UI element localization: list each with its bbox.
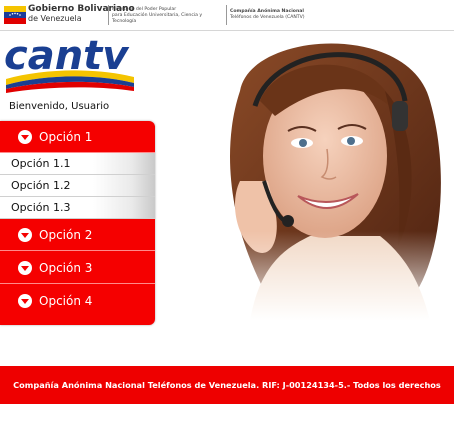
menu-option-4[interactable]: Opción 4: [0, 285, 155, 317]
customer-service-agent-image: [180, 43, 454, 321]
menu-option-3[interactable]: Opción 3: [0, 252, 155, 284]
chevron-down-icon: [18, 228, 32, 242]
header-divider: [108, 5, 109, 25]
government-title-line2: de Venezuela: [28, 14, 82, 23]
submenu-item-1-2[interactable]: Opción 1.2: [0, 175, 155, 197]
header-divider: [226, 5, 227, 25]
cantv-logo[interactable]: cantv: [2, 33, 142, 95]
ministry-line2: para Educación Universitaria, Ciencia y …: [112, 13, 203, 24]
chevron-down-icon: [18, 294, 32, 308]
welcome-message: Bienvenido, Usuario: [9, 101, 110, 112]
menu-option-2[interactable]: Opción 2: [0, 219, 155, 251]
menu-option-label: Opción 1: [39, 130, 93, 144]
menu-option-label: Opción 3: [39, 261, 93, 275]
ministry-label: Ministerio del Poder Popular para Educac…: [112, 7, 224, 25]
chevron-down-icon: [18, 261, 32, 275]
company-label: Compañía Anónima Nacional Teléfonos de V…: [230, 9, 340, 21]
government-header: Gobierno Bolivariano de Venezuela Minist…: [0, 0, 454, 31]
menu-option-label: Opción 4: [39, 294, 93, 308]
venezuela-flag-icon: [4, 6, 26, 24]
company-line2: Teléfonos de Venezuela (CANTV): [230, 15, 305, 20]
chevron-down-icon: [18, 130, 32, 144]
submenu-item-1-3[interactable]: Opción 1.3: [0, 197, 155, 219]
hero-image: [180, 31, 454, 321]
menu-option-1[interactable]: Opción 1: [0, 121, 155, 153]
company-line1: Compañía Anónima Nacional: [230, 9, 304, 14]
menu-option-label: Opción 2: [39, 228, 93, 242]
navigation-menu: Opción 1 Opción 1.1 Opción 1.2 Opción 1.…: [0, 121, 155, 325]
footer-copyright-text: Compañía Anónima Nacional Teléfonos de V…: [13, 380, 441, 428]
footer: Compañía Anónima Nacional Teléfonos de V…: [0, 366, 454, 428]
ministry-line1: Ministerio del Poder Popular: [112, 7, 177, 12]
submenu-item-1-1[interactable]: Opción 1.1: [0, 153, 155, 175]
